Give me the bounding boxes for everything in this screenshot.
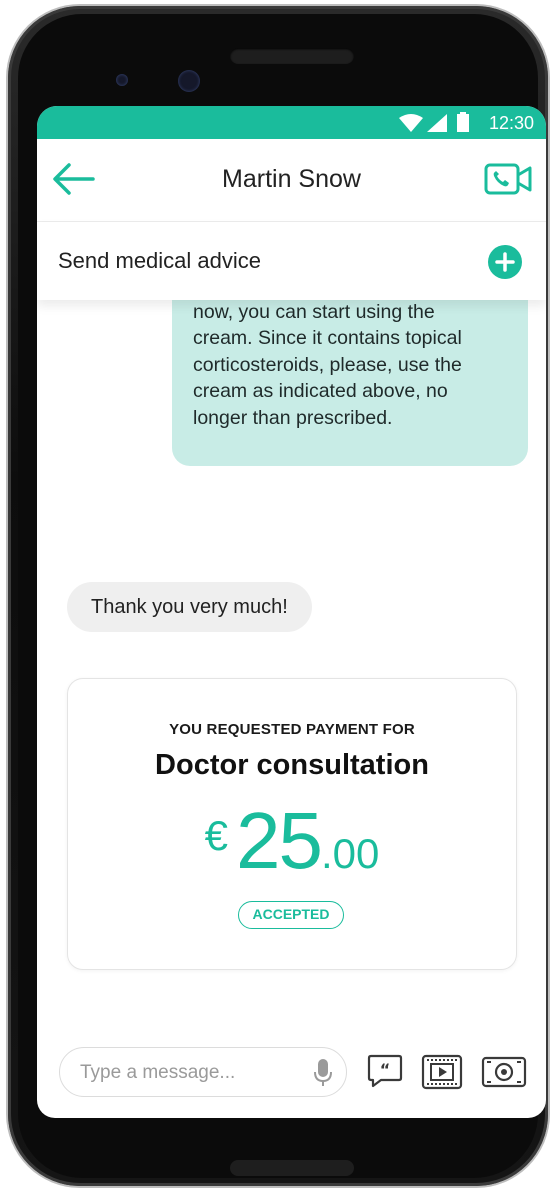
status-badge: ACCEPTED [238,901,344,929]
send-medical-advice-label: Send medical advice [58,248,262,273]
signal-icon [427,114,447,132]
earpiece-speaker [230,48,354,64]
wifi-icon [399,114,423,132]
bottom-speaker [230,1160,354,1176]
payment-amount-whole: 25 [235,796,323,885]
status-time: 12:30 [488,113,534,133]
message-composer: “ [37,1040,546,1118]
plus-circle-icon[interactable] [488,245,522,279]
battery-icon [457,112,469,132]
chat-area: rash is still there 4 - 5 days from now,… [37,270,546,1040]
video-call-icon[interactable] [484,161,532,197]
send-medical-advice-bar[interactable]: Send medical advice [37,222,546,300]
video-file-icon[interactable] [421,1054,463,1090]
microphone-icon[interactable] [314,1059,332,1087]
payment-currency: € [204,812,228,859]
svg-text:“: “ [380,1060,391,1079]
chat-header: Martin Snow [37,139,546,222]
payment-amount: €25.00 [68,795,516,887]
status-bar: 12:30 [37,106,546,139]
contact-name: Martin Snow [222,165,361,193]
payment-amount-cents: .00 [320,830,380,877]
phone-frame: 12:30 Martin Snow Send medical advice ra… [8,6,548,1186]
front-camera [178,70,200,92]
message-input[interactable] [78,1060,292,1086]
screen: 12:30 Martin Snow Send medical advice ra… [37,106,546,1118]
message-input-container [59,1047,347,1097]
payment-card[interactable]: YOU REQUESTED PAYMENT FOR Doctor consult… [67,678,517,970]
quote-icon[interactable]: “ [367,1054,403,1088]
incoming-message: Thank you very much! [67,582,312,632]
sensor-dot [116,74,128,86]
payment-caption: YOU REQUESTED PAYMENT FOR [169,721,415,738]
money-icon[interactable] [481,1054,527,1090]
payment-title: Doctor consultation [155,749,429,781]
